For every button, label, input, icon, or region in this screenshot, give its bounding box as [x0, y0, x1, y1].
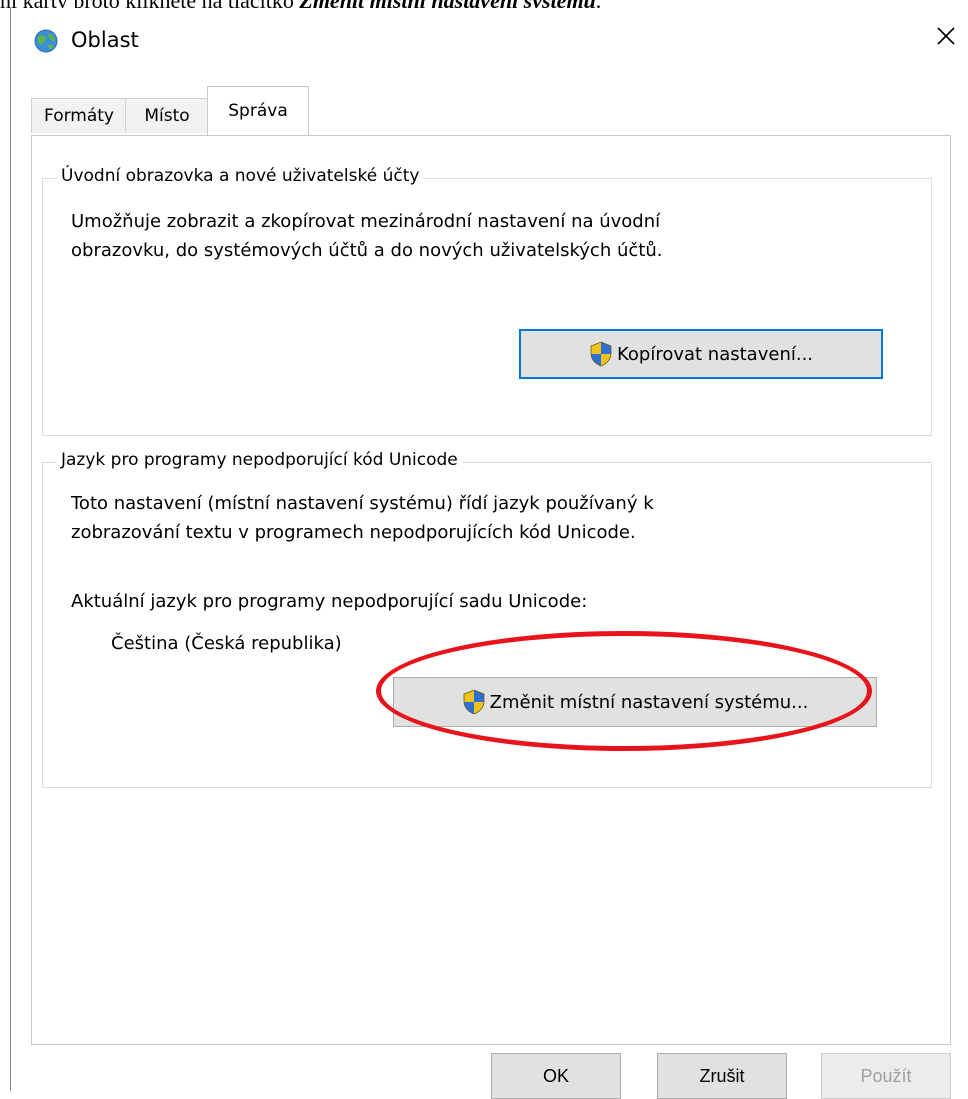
cancel-button[interactable]: Zrušit: [657, 1053, 787, 1099]
ok-button[interactable]: OK: [491, 1053, 621, 1099]
copy-settings-label: Kopírovat nastavení...: [616, 343, 814, 365]
group-non-unicode-title: Jazyk pro programy nepodporující kód Uni…: [57, 450, 462, 470]
tab-label: Správa: [228, 101, 288, 121]
tab-label: Formáty: [44, 106, 114, 126]
group-non-unicode: Jazyk pro programy nepodporující kód Uni…: [42, 450, 932, 788]
cancel-label: Zrušit: [699, 1065, 745, 1086]
description-line: Umožňuje zobrazit a zkopírovat mezinárod…: [71, 211, 661, 232]
change-system-locale-label: Změnit místní nastavení systému...: [489, 691, 809, 713]
group-welcome-description: Umožňuje zobrazit a zkopírovat mezinárod…: [71, 207, 662, 265]
globe-icon: [33, 28, 59, 54]
apply-label: Použít: [860, 1065, 912, 1086]
group-non-unicode-description: Toto nastavení (místní nastavení systému…: [71, 489, 654, 547]
tab-label: Místo: [144, 106, 190, 126]
tab-misto[interactable]: Místo: [125, 98, 209, 133]
current-language-value: Čeština (Česká republika): [111, 633, 342, 654]
group-welcome-title: Úvodní obrazovka a nové uživatelské účty: [57, 166, 424, 186]
description-line: obrazovku, do systémových účtů a do nový…: [71, 240, 663, 261]
region-dialog: Oblast Formáty Místo Správa Úvodní obraz…: [10, 8, 968, 1099]
apply-button: Použít: [821, 1053, 951, 1099]
copy-settings-button[interactable]: Kopírovat nastavení...: [519, 329, 883, 379]
close-icon: [937, 27, 955, 45]
close-button[interactable]: [923, 16, 968, 56]
title-bar[interactable]: Oblast: [11, 8, 968, 72]
tab-strip: Formáty Místo Správa: [31, 86, 951, 136]
description-line: zobrazování textu v programech nepodporu…: [71, 522, 636, 543]
change-system-locale-button[interactable]: Změnit místní nastavení systému...: [393, 677, 877, 727]
tab-formaty[interactable]: Formáty: [31, 98, 127, 133]
tab-sprava[interactable]: Správa: [207, 86, 309, 135]
group-welcome-screen: Úvodní obrazovka a nové uživatelské účty…: [42, 166, 932, 436]
uac-shield-icon: [590, 341, 612, 367]
window-title: Oblast: [71, 28, 139, 52]
current-language-label: Aktuální jazyk pro programy nepodporujíc…: [71, 591, 588, 612]
tab-panel-sprava: Úvodní obrazovka a nové uživatelské účty…: [31, 135, 951, 1045]
ok-label: OK: [542, 1065, 569, 1086]
uac-shield-icon: [463, 689, 485, 715]
description-line: Toto nastavení (místní nastavení systému…: [71, 493, 654, 514]
